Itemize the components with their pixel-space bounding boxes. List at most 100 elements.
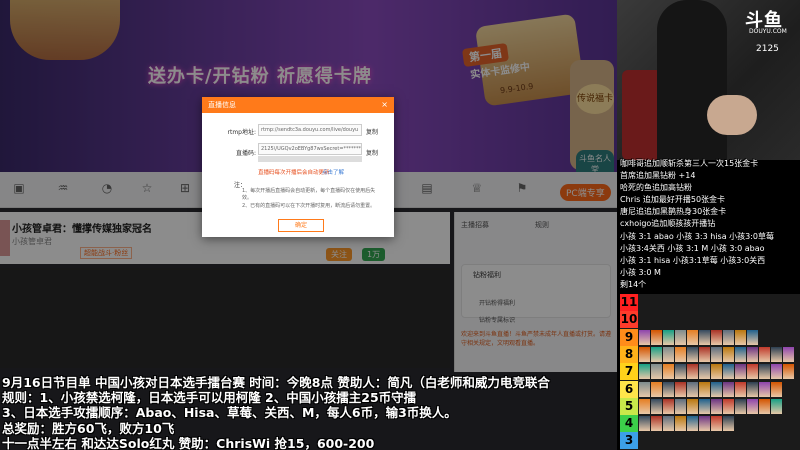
tier-label: 9	[620, 328, 638, 346]
character-portrait-icon	[675, 381, 686, 397]
list-item: Chris 追加最好开播50张金卡	[620, 195, 726, 204]
character-portrait-icon	[639, 381, 650, 397]
character-portrait-icon	[735, 381, 746, 397]
character-portrait-icon	[735, 329, 746, 345]
tier-characters	[639, 416, 734, 432]
list-item: 小孩 3:0 M	[620, 268, 661, 277]
chair-shape	[622, 70, 662, 160]
character-portrait-icon	[639, 398, 650, 414]
character-portrait-icon	[675, 416, 686, 432]
character-portrait-icon	[747, 398, 758, 414]
character-portrait-icon	[663, 329, 674, 345]
tier-row: 4	[620, 415, 800, 433]
tier-row: 8	[620, 345, 800, 363]
character-portrait-icon	[771, 364, 782, 380]
character-portrait-icon	[639, 346, 650, 362]
character-portrait-icon	[735, 346, 746, 362]
tier-label: 10	[620, 311, 638, 329]
character-portrait-icon	[687, 398, 698, 414]
character-portrait-icon	[651, 329, 662, 345]
character-portrait-icon	[687, 416, 698, 432]
character-portrait-icon	[699, 398, 710, 414]
tier-row: 9	[620, 328, 800, 346]
character-portrait-icon	[711, 398, 722, 414]
character-portrait-icon	[759, 346, 770, 362]
character-portrait-icon	[735, 364, 746, 380]
character-portrait-icon	[771, 346, 782, 362]
character-portrait-icon	[687, 329, 698, 345]
douyu-logo-sub: DOUYU.COM	[749, 28, 787, 35]
character-portrait-icon	[771, 381, 782, 397]
character-portrait-icon	[747, 381, 758, 397]
character-portrait-icon	[675, 364, 686, 380]
browser-capture: 送办卡/开钻粉 祈愿得卡牌 第一届 9.9-10.9 实体卡监修中 传说福卡 斗…	[0, 0, 617, 450]
character-portrait-icon	[735, 398, 746, 414]
character-portrait-icon	[687, 381, 698, 397]
list-item: cxhoigo追加顺孩孩开播钻	[620, 219, 716, 228]
character-portrait-icon	[723, 329, 734, 345]
copy-code-button[interactable]: 复制	[366, 148, 378, 157]
list-item: 哈死的鱼追加高钻粉	[620, 183, 692, 192]
tier-label: 11	[620, 294, 638, 311]
character-portrait-icon	[651, 346, 662, 362]
character-portrait-icon	[651, 381, 662, 397]
character-portrait-icon	[639, 364, 650, 380]
tier-row: 3	[620, 432, 800, 450]
character-portrait-icon	[663, 398, 674, 414]
tier-label: 5	[620, 397, 638, 415]
character-portrait-icon	[747, 329, 758, 345]
list-item: 小孩3:4关西 小孩 3:1 M 小孩 3:0 abao	[620, 244, 765, 253]
list-item: 剩14个	[620, 280, 647, 289]
stream-code-field[interactable]: 2125\/UGQv2oEBYg87wsSecret=**********	[258, 143, 362, 155]
character-portrait-icon	[699, 381, 710, 397]
rtmp-field[interactable]: rtmp://sendtc3a.douyu.com/live/douyu	[258, 124, 362, 136]
character-portrait-icon	[783, 364, 794, 380]
character-portrait-icon	[699, 416, 710, 432]
copy-rtmp-button[interactable]: 复制	[366, 127, 378, 136]
character-portrait-icon	[639, 329, 650, 345]
tier-label: 3	[620, 432, 638, 450]
character-portrait-icon	[699, 346, 710, 362]
overlay-line: 十一点半左右 和达达Solo红丸 赞助：ChrisWi 抢15，600-200	[2, 436, 375, 450]
character-portrait-icon	[759, 398, 770, 414]
program-overlay: 9月16日节目单 中国小孩对日本选手擂台赛 时间：今晚8点 赞助人：简凡（白老师…	[0, 372, 617, 450]
arm-shape	[707, 95, 757, 135]
character-portrait-icon	[651, 398, 662, 414]
learn-more-link[interactable]: 点击了解	[322, 168, 344, 176]
character-portrait-icon	[759, 381, 770, 397]
tier-row: 5	[620, 397, 800, 415]
room-id: 2125	[756, 44, 779, 54]
character-portrait-icon	[723, 416, 734, 432]
list-item: 唐尼追追加黑鹊热身30张金卡	[620, 207, 727, 216]
streamer-silhouette	[657, 0, 727, 160]
character-portrait-icon	[783, 346, 794, 362]
character-portrait-icon	[675, 329, 686, 345]
character-portrait-icon	[651, 364, 662, 380]
tier-label: 8	[620, 345, 638, 363]
close-icon[interactable]: ×	[381, 97, 388, 113]
tier-characters	[639, 381, 782, 397]
tier-label: 4	[620, 415, 638, 433]
character-portrait-icon	[699, 329, 710, 345]
character-portrait-icon	[711, 416, 722, 432]
tier-characters	[639, 398, 782, 414]
tier-characters	[639, 329, 758, 345]
list-item: 首席追加黑钻粉 +14	[620, 171, 696, 180]
tier-characters	[639, 364, 794, 380]
character-portrait-icon	[723, 346, 734, 362]
tier-label: 7	[620, 363, 638, 381]
confirm-button[interactable]: 确定	[278, 219, 324, 232]
list-item: 小孩 3:1 hisa 小孩3:1草莓 小孩3:0关西	[620, 256, 766, 265]
character-portrait-icon	[747, 364, 758, 380]
dialog-header: 直播信息 ×	[202, 97, 394, 113]
tier-label: 6	[620, 380, 638, 398]
character-portrait-icon	[759, 364, 770, 380]
stream-info-dialog: 直播信息 × rtmp地址: rtmp://sendtc3a.douyu.com…	[202, 97, 394, 237]
list-item: 咖啡哥追加顺斩杀第三人一次15张金卡	[620, 159, 759, 168]
character-portrait-icon	[711, 346, 722, 362]
masked-code-bar	[258, 156, 362, 162]
character-portrait-icon	[723, 398, 734, 414]
character-portrait-icon	[723, 364, 734, 380]
character-portrait-icon	[711, 329, 722, 345]
character-portrait-icon	[723, 381, 734, 397]
